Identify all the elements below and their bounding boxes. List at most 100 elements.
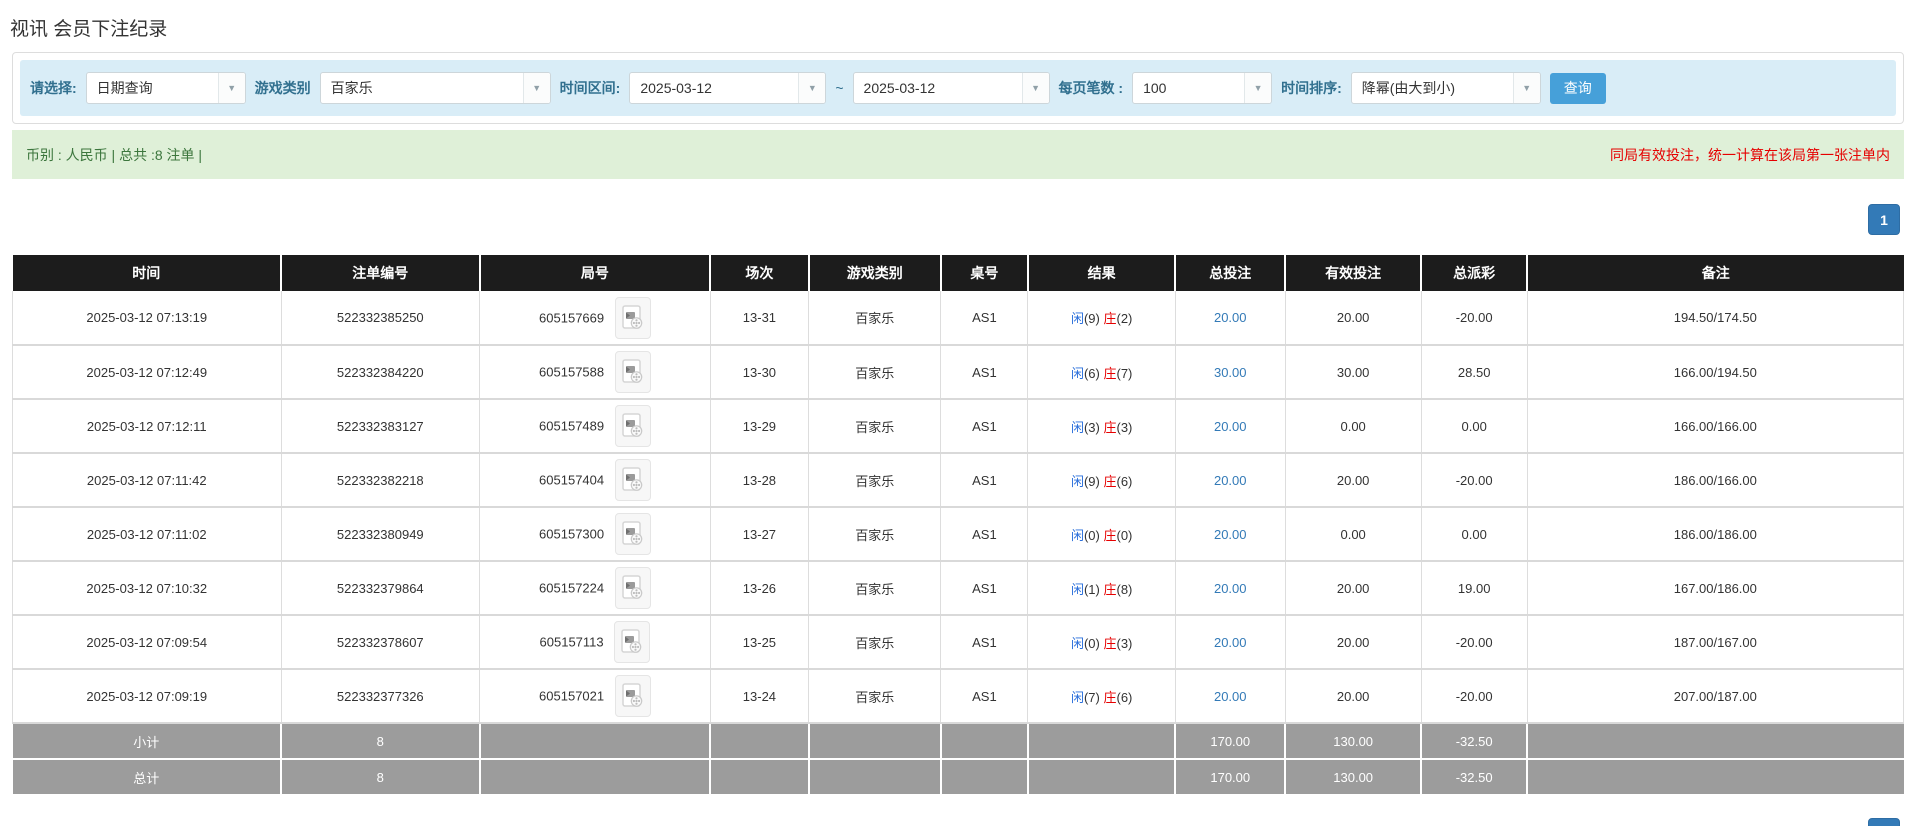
bet-id-cell: 522332380949	[281, 507, 481, 562]
game-type-select[interactable]: 百家乐 ▼	[319, 72, 551, 104]
table-row: 2025-03-12 07:09:19 522332377326 605157021…	[12, 669, 1905, 724]
result-cell: 闲(9) 庄(2)	[1027, 291, 1176, 346]
table-no-cell: AS1	[940, 399, 1029, 454]
total-bet-cell: 20.00	[1175, 453, 1286, 508]
chevron-down-icon[interactable]: ▼	[1244, 73, 1272, 103]
payout-cell: -20.00	[1421, 669, 1528, 724]
valid-bet-cell: 0.00	[1285, 399, 1422, 454]
subtotal-row-result	[1027, 723, 1177, 760]
total-bet-link[interactable]: 20.00	[1214, 419, 1247, 434]
query-type-value: 日期查询	[96, 80, 153, 96]
subtotal-row-session	[710, 723, 810, 760]
bet-id-cell: 522332385250	[281, 291, 481, 346]
result-cell: 闲(7) 庄(6)	[1027, 669, 1176, 724]
banker-result: 庄	[1103, 635, 1117, 651]
column-header-6: 结果	[1027, 255, 1177, 291]
chevron-down-icon[interactable]: ▼	[217, 73, 245, 103]
video-replay-button[interactable]	[614, 405, 651, 447]
video-replay-button[interactable]	[614, 513, 651, 555]
player-result: 闲	[1070, 311, 1084, 326]
player-result: 闲	[1070, 365, 1084, 381]
total-row-round	[479, 759, 712, 796]
time-sort-select[interactable]: 降幂(由大到小) ▼	[1350, 72, 1541, 104]
payout-cell: 0.00	[1421, 507, 1528, 562]
video-replay-button[interactable]	[614, 567, 651, 609]
note-cell: 207.00/187.00	[1527, 669, 1905, 724]
video-icon	[622, 304, 643, 329]
table-body: 2025-03-12 07:13:19 522332385250 605157669…	[12, 291, 1905, 796]
subtotal-row-table	[940, 723, 1029, 760]
total-row-label: 总计	[12, 759, 283, 796]
note-cell: 167.00/186.00	[1527, 561, 1905, 616]
round-number: 605157404	[539, 472, 605, 488]
round-number: 605157588	[539, 364, 605, 380]
page-1-button[interactable]: 1	[1868, 204, 1900, 235]
video-replay-button[interactable]	[614, 296, 651, 339]
bet-id-cell: 522332383127	[281, 399, 481, 454]
subtotal-row-payout: -32.50	[1421, 723, 1529, 760]
column-header-3: 场次	[710, 255, 810, 291]
table-row: 2025-03-12 07:11:02 522332380949 605157300…	[12, 507, 1905, 562]
video-replay-button[interactable]	[614, 675, 651, 717]
total-row-payout: -32.50	[1421, 759, 1529, 796]
session-cell: 13-28	[710, 453, 810, 508]
date-to-select[interactable]: 2025-03-12 ▼	[852, 72, 1050, 104]
date-from-select[interactable]: 2025-03-12 ▼	[629, 72, 827, 104]
total-bet-cell: 20.00	[1175, 291, 1286, 346]
banker-result: 庄	[1103, 365, 1117, 381]
page-1-button-bottom[interactable]: 1	[1868, 818, 1900, 826]
search-button[interactable]: 查询	[1549, 72, 1606, 104]
table-no-cell: AS1	[940, 345, 1029, 400]
subtotal-row-label: 小计	[12, 723, 283, 760]
note-cell: 166.00/166.00	[1527, 399, 1905, 454]
bet-records-table: 时间 注单编号 局号 场次 游戏类别 桌号 结果 总投注 有效投注 总派彩 备注 2025-03-1…	[12, 255, 1905, 796]
date-range-separator: ~	[835, 80, 844, 96]
result-cell: 闲(0) 庄(3)	[1027, 615, 1176, 670]
video-icon	[622, 683, 643, 707]
result-cell: 闲(9) 庄(6)	[1027, 453, 1176, 508]
round-cell: 605157669	[479, 291, 711, 346]
video-replay-button[interactable]	[614, 621, 651, 663]
time-cell: 2025-03-12 07:13:19	[12, 291, 282, 346]
banker-result: 庄	[1103, 689, 1117, 705]
video-replay-button[interactable]	[614, 459, 651, 501]
session-cell: 13-31	[710, 291, 810, 346]
column-header-7: 总投注	[1175, 255, 1287, 291]
session-cell: 13-26	[710, 561, 810, 616]
subtotal-row-round	[479, 723, 712, 760]
column-header-4: 游戏类别	[808, 255, 942, 291]
total-bet-link[interactable]: 20.00	[1214, 689, 1247, 704]
chevron-down-icon[interactable]: ▼	[1021, 73, 1049, 103]
payout-cell: -20.00	[1421, 615, 1528, 670]
chevron-down-icon[interactable]: ▼	[522, 73, 550, 103]
subtotal-row: 小计 8 170.00 130.00 -32.50	[12, 723, 1904, 760]
round-cell: 605157588	[479, 345, 711, 400]
query-type-select[interactable]: 日期查询 ▼	[85, 72, 246, 104]
video-icon	[622, 359, 643, 383]
game-type-cell: 百家乐	[808, 669, 942, 724]
time-cell: 2025-03-12 07:12:11	[12, 399, 282, 454]
player-result: 闲	[1070, 635, 1084, 651]
chevron-down-icon[interactable]: ▼	[1512, 73, 1540, 103]
total-bet-link[interactable]: 20.00	[1214, 581, 1247, 596]
bet-id-cell: 522332384220	[281, 345, 481, 400]
note-cell: 186.00/186.00	[1527, 507, 1905, 562]
subtotal-row-game	[808, 723, 942, 760]
time-cell: 2025-03-12 07:09:19	[12, 669, 282, 724]
table-row: 2025-03-12 07:11:42 522332382218 605157404…	[12, 453, 1905, 508]
table-row: 2025-03-12 07:10:32 522332379864 605157224…	[12, 561, 1905, 616]
page-size-select[interactable]: 100 ▼	[1132, 72, 1273, 104]
round-number: 605157489	[539, 418, 605, 434]
total-bet-link[interactable]: 20.00	[1214, 527, 1247, 542]
total-bet-link[interactable]: 20.00	[1214, 635, 1247, 650]
query-type-label: 请选择:	[30, 80, 77, 96]
banker-result: 庄	[1103, 527, 1117, 543]
game-type-cell: 百家乐	[808, 507, 942, 562]
time-cell: 2025-03-12 07:11:42	[12, 453, 282, 508]
chevron-down-icon[interactable]: ▼	[798, 73, 826, 103]
table-no-cell: AS1	[940, 561, 1029, 616]
video-replay-button[interactable]	[614, 351, 651, 393]
total-bet-link[interactable]: 20.00	[1214, 310, 1247, 325]
total-bet-link[interactable]: 30.00	[1214, 365, 1247, 380]
total-bet-link[interactable]: 20.00	[1214, 473, 1247, 488]
